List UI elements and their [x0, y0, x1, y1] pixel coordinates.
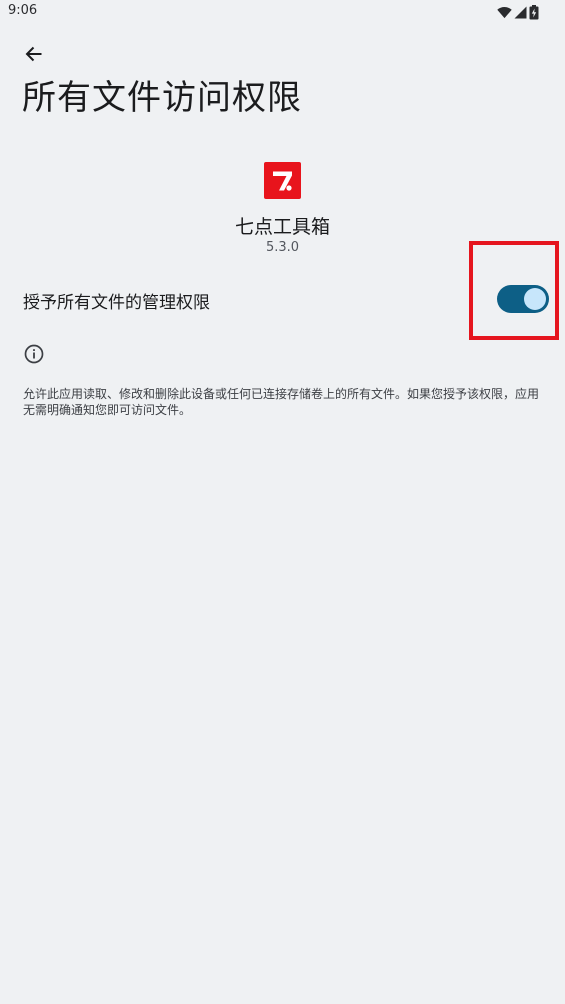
cellular-signal-icon: [514, 6, 527, 18]
highlight-box: [469, 241, 559, 340]
status-time: 9:06: [8, 3, 38, 18]
battery-charging-icon: [529, 4, 539, 19]
wifi-icon: [497, 6, 512, 18]
page-title: 所有文件访问权限: [22, 78, 302, 118]
status-bar: 9:06: [0, 0, 565, 24]
permission-label: 授予所有文件的管理权限: [23, 293, 210, 313]
app-name: 七点工具箱: [234, 216, 330, 238]
app-logo-icon: [264, 162, 301, 199]
arrow-left-icon: [25, 46, 42, 62]
back-button[interactable]: [18, 38, 50, 70]
permission-description: 允许此应用读取、修改和删除此设备或任何已连接存储卷上的所有文件。如果您授予该权限…: [23, 387, 540, 417]
status-icons: [497, 4, 539, 20]
info-icon: [24, 344, 44, 364]
